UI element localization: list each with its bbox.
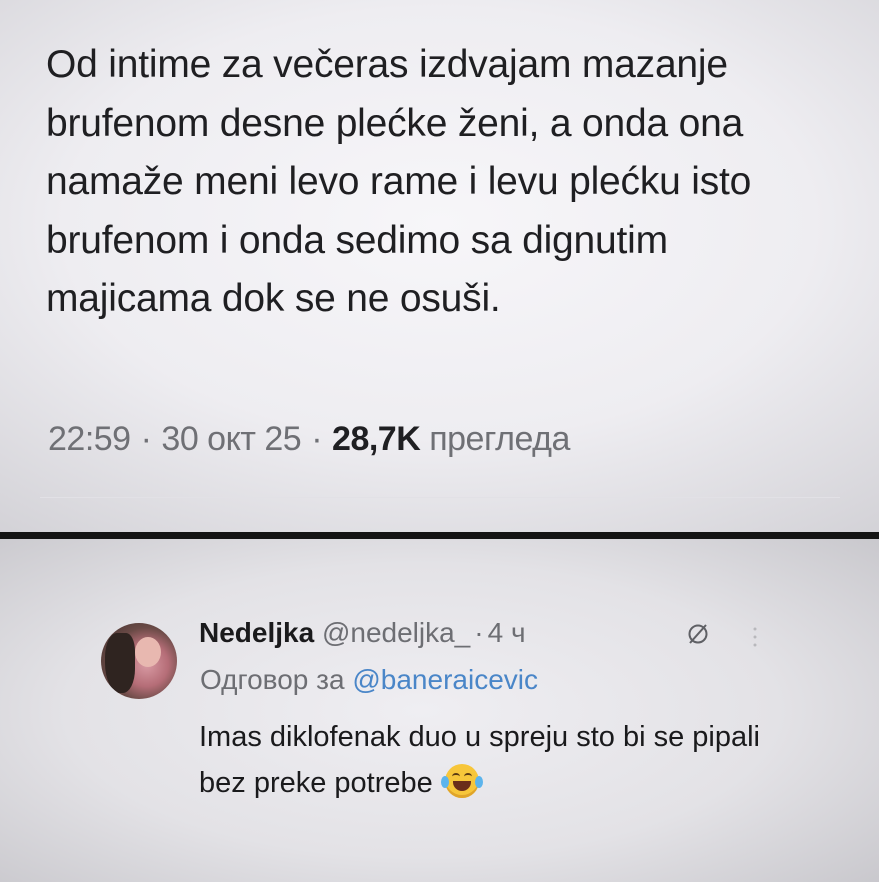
reply-age[interactable]: 4 ч (488, 617, 526, 648)
reply-separator: · (474, 617, 484, 648)
emoji-eye-left (451, 773, 460, 780)
reply-handle[interactable]: @nedeljka_ (322, 617, 470, 648)
avatar-hair (105, 633, 135, 693)
tweet-time[interactable]: 22:59 (48, 420, 131, 458)
tweet-meta: 22:59 · 30 окт 25 · 28,7K прегледа (48, 420, 570, 459)
grok-icon[interactable] (686, 622, 710, 646)
avatar[interactable] (101, 623, 177, 699)
reply-to-handle[interactable]: @baneraicevic (352, 664, 538, 695)
reply-header: Nedeljka @nedeljka_ · 4 ч (199, 617, 526, 649)
screenshot-divider (0, 532, 879, 539)
reply-text-block: Imas diklofenak duo u spreju sto bi se p… (199, 714, 799, 806)
more-options-icon[interactable] (750, 626, 760, 648)
reply-panel (0, 539, 879, 882)
meta-separator: · (311, 420, 323, 458)
tweet-text: Od intime za večeras izdvajam mazanje br… (46, 43, 752, 320)
emoji-tear-right (474, 776, 483, 788)
reply-display-name[interactable]: Nedeljka (199, 617, 314, 648)
face-with-tears-of-joy-icon (440, 764, 483, 798)
emoji-eye-right (463, 773, 472, 780)
tweet-panel: Od intime za večeras izdvajam mazanje br… (0, 0, 879, 532)
section-divider-line (40, 497, 840, 498)
views-count[interactable]: 28,7K (332, 420, 421, 458)
avatar-face (135, 637, 161, 667)
views-label: прегледа (429, 420, 570, 458)
meta-separator: · (140, 420, 152, 458)
reply-to-label: Одговор за (200, 664, 345, 695)
tweet-date[interactable]: 30 окт 25 (161, 420, 301, 458)
emoji-tear-left (440, 776, 449, 788)
emoji-mouth (452, 781, 471, 791)
reply-to-line: Одговор за @baneraicevic (200, 664, 538, 696)
